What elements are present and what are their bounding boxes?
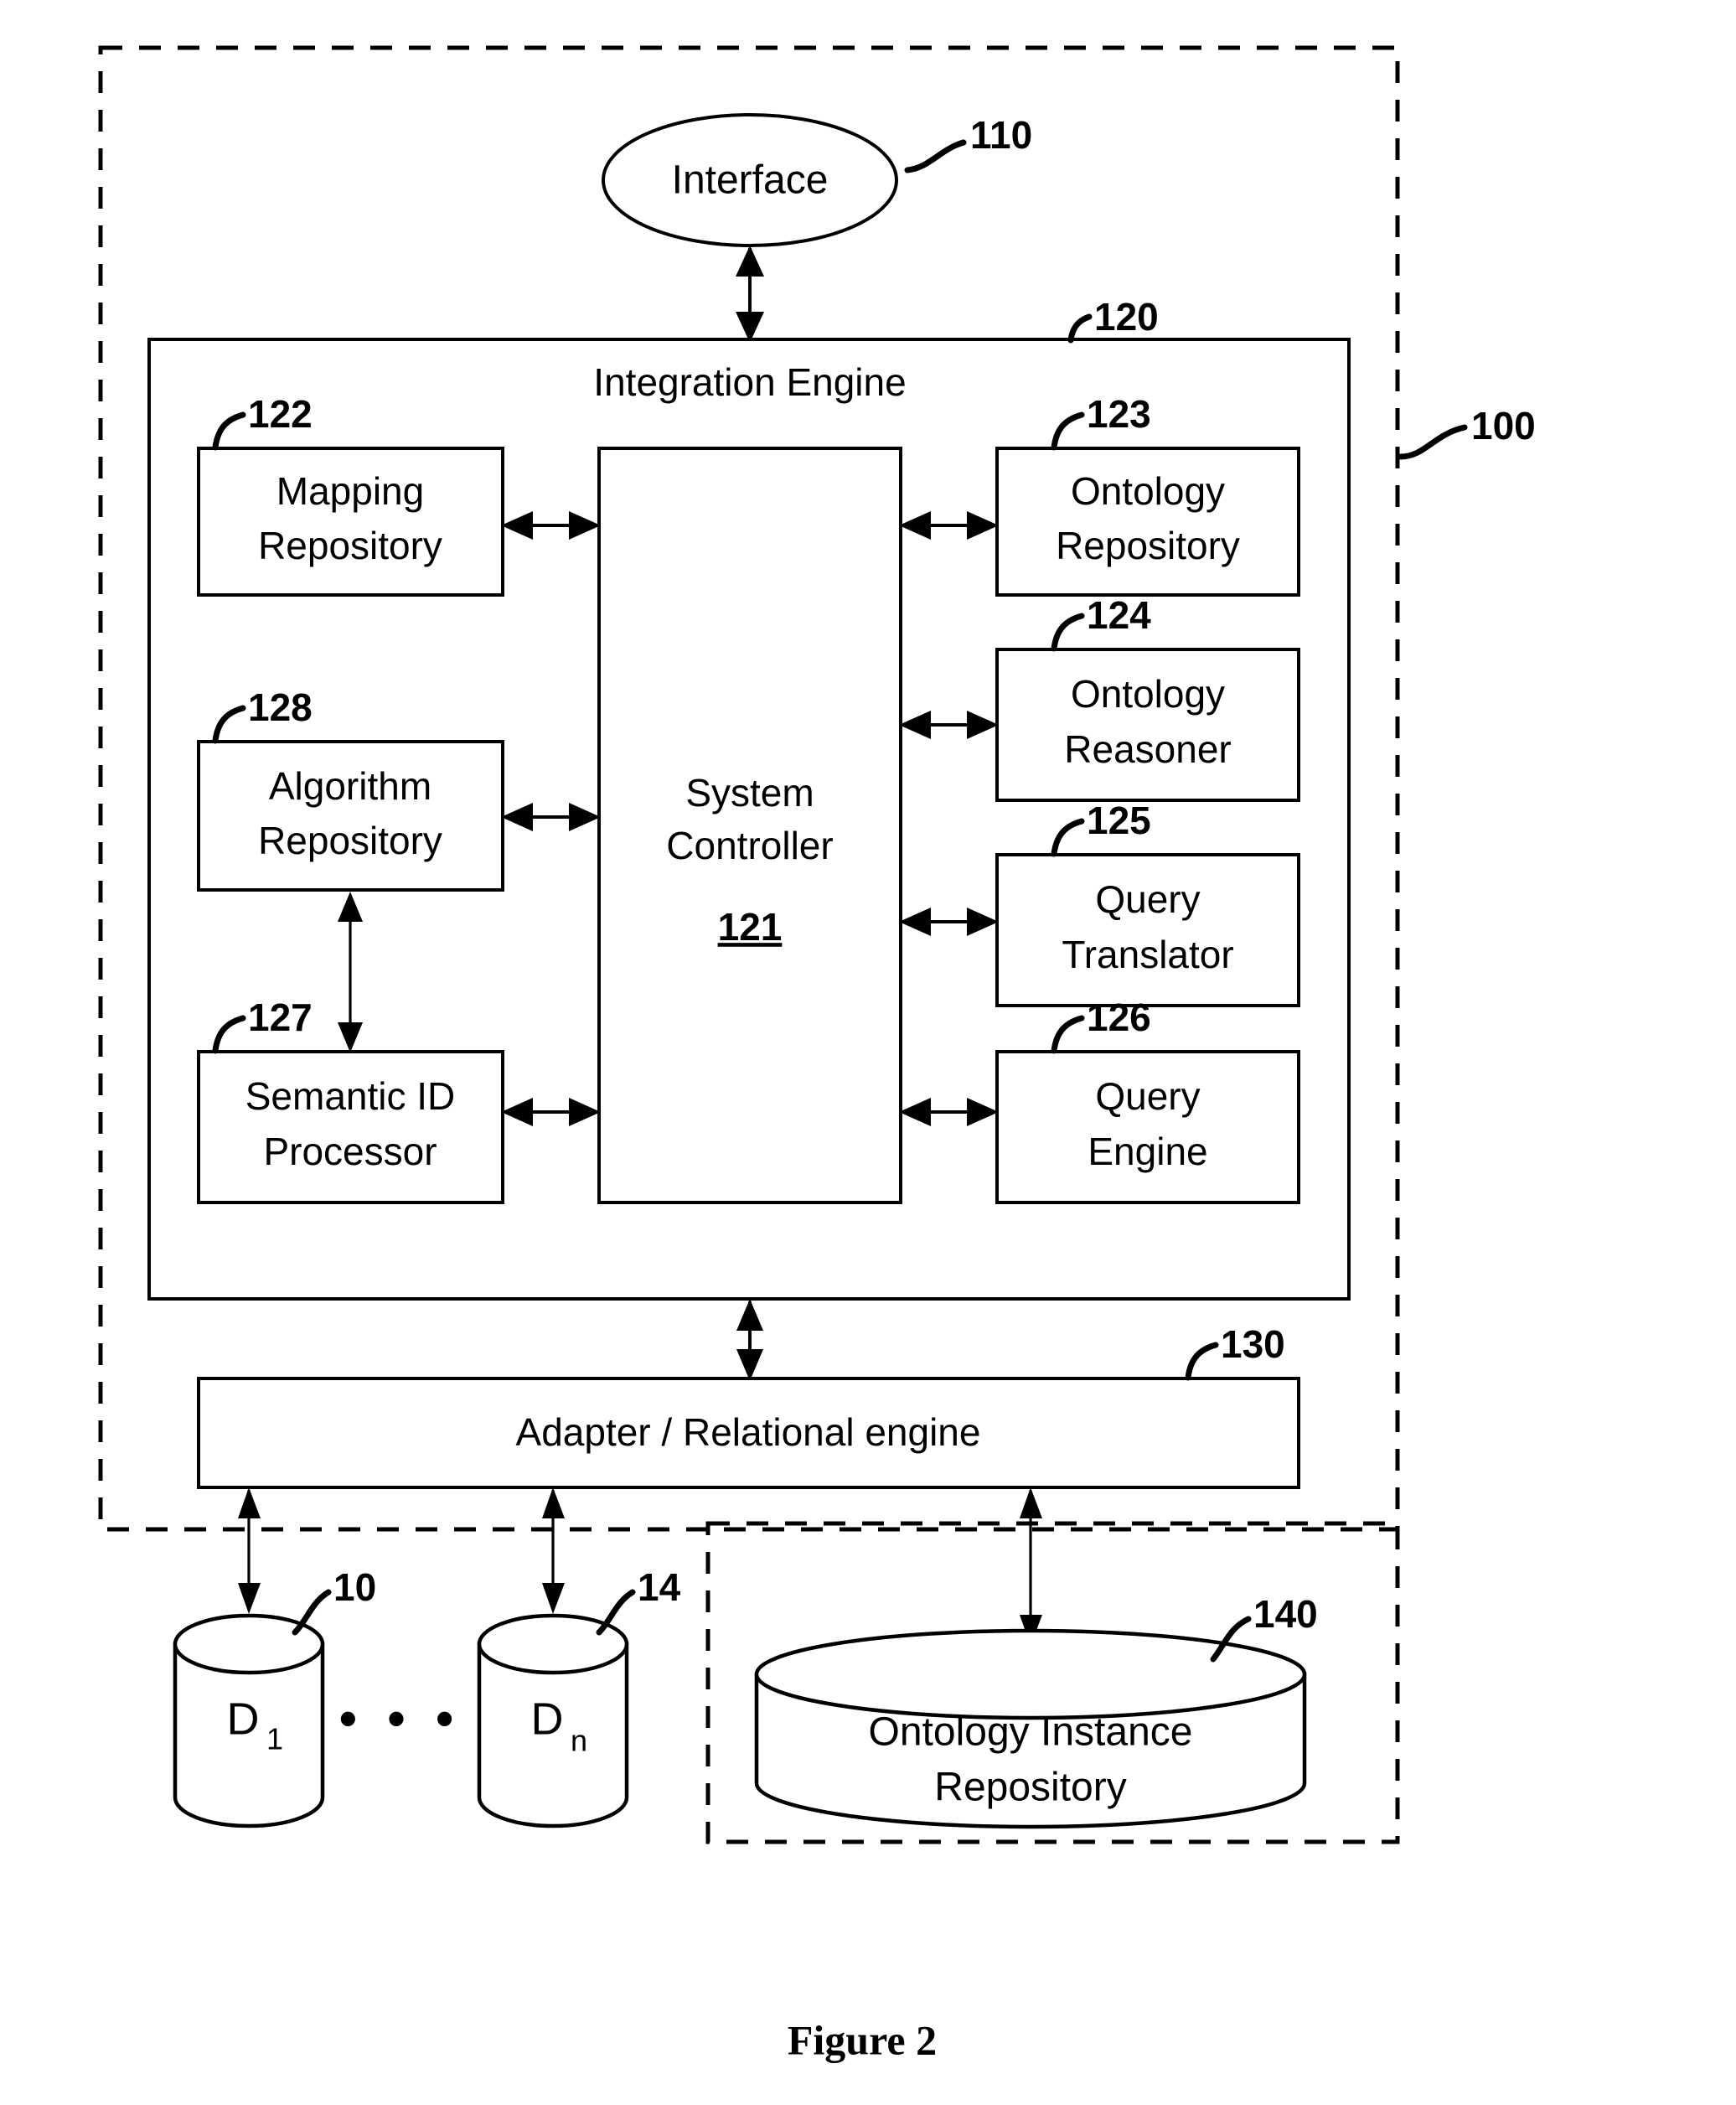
mapping-repository-label-line1: Mapping bbox=[276, 469, 424, 513]
arrowhead-down-d1 bbox=[238, 1583, 261, 1614]
arrowhead-up-interface bbox=[736, 246, 764, 277]
query-engine-label-line2: Engine bbox=[1088, 1130, 1207, 1173]
lead-line-120 bbox=[1067, 313, 1093, 344]
ontology-instance-repository-label-line1: Ontology Instance bbox=[869, 1710, 1193, 1755]
mapping-repository-label-line2: Repository bbox=[258, 524, 442, 567]
lead-line-130 bbox=[1185, 1342, 1219, 1381]
ontology-repository-label-line1: Ontology bbox=[1071, 469, 1225, 513]
ref-number-126: 126 bbox=[1087, 996, 1151, 1039]
arrowhead-up-dn bbox=[542, 1487, 565, 1518]
lead-line-110 bbox=[904, 139, 967, 173]
algorithm-repository-label-line2: Repository bbox=[258, 819, 442, 862]
interface-label: Interface bbox=[672, 158, 829, 203]
ref-number-14: 14 bbox=[638, 1565, 681, 1609]
arrowhead-down-adapter bbox=[736, 1349, 763, 1381]
ref-number-110: 110 bbox=[970, 113, 1032, 157]
arrowhead-up-engine-adapter bbox=[736, 1299, 763, 1331]
system-controller-label-line1: System bbox=[685, 771, 814, 815]
arrowhead-up-ontology-instance bbox=[1020, 1487, 1042, 1518]
query-translator-label-line1: Query bbox=[1095, 877, 1200, 921]
semantic-id-processor-label-line1: Semantic ID bbox=[245, 1074, 456, 1118]
database-ellipsis: • • • bbox=[339, 1690, 462, 1746]
database-dn-subscript: n bbox=[571, 1724, 587, 1758]
system-controller-label-line2: Controller bbox=[666, 824, 833, 867]
ref-number-122: 122 bbox=[248, 392, 313, 436]
ref-number-125: 125 bbox=[1087, 799, 1151, 842]
semantic-id-processor-label-line2: Processor bbox=[263, 1130, 437, 1173]
database-d1-subscript: 1 bbox=[266, 1722, 283, 1756]
ontology-reasoner-label-line2: Reasoner bbox=[1064, 727, 1231, 771]
ontology-repository-label-line2: Repository bbox=[1056, 524, 1240, 567]
ref-number-123: 123 bbox=[1087, 392, 1151, 436]
arrowhead-down-dn bbox=[542, 1583, 565, 1614]
ontology-instance-repository-label-line2: Repository bbox=[934, 1766, 1126, 1810]
ref-number-10: 10 bbox=[333, 1565, 376, 1609]
adapter-relational-engine-label: Adapter / Relational engine bbox=[516, 1410, 981, 1454]
ref-number-127: 127 bbox=[248, 996, 313, 1039]
query-engine-label-line1: Query bbox=[1095, 1074, 1200, 1118]
patent-figure-2: Interface 110 Integration Engine 120 100… bbox=[0, 0, 1736, 2105]
arrowhead-up-d1 bbox=[238, 1487, 261, 1518]
ref-number-140: 140 bbox=[1253, 1592, 1318, 1636]
diagram-canvas: Interface 110 Integration Engine 120 100… bbox=[98, 45, 1536, 2063]
query-translator-label-line2: Translator bbox=[1062, 933, 1233, 976]
ref-number-124: 124 bbox=[1087, 593, 1151, 637]
ref-number-130: 130 bbox=[1221, 1322, 1285, 1366]
ref-number-128: 128 bbox=[248, 685, 313, 729]
ontology-reasoner-label-line1: Ontology bbox=[1071, 672, 1225, 716]
ref-number-120: 120 bbox=[1094, 295, 1159, 339]
database-d1-label: D bbox=[227, 1694, 260, 1744]
lead-line-14 bbox=[596, 1589, 636, 1636]
figure-caption: Figure 2 bbox=[788, 2016, 937, 2063]
integration-engine-title: Integration Engine bbox=[593, 360, 906, 404]
lead-line-100 bbox=[1398, 424, 1468, 460]
ref-number-100: 100 bbox=[1471, 404, 1536, 447]
ref-number-121: 121 bbox=[718, 905, 783, 949]
database-dn-label: D bbox=[531, 1694, 564, 1744]
lead-line-10 bbox=[292, 1589, 332, 1636]
algorithm-repository-label-line1: Algorithm bbox=[269, 764, 431, 808]
